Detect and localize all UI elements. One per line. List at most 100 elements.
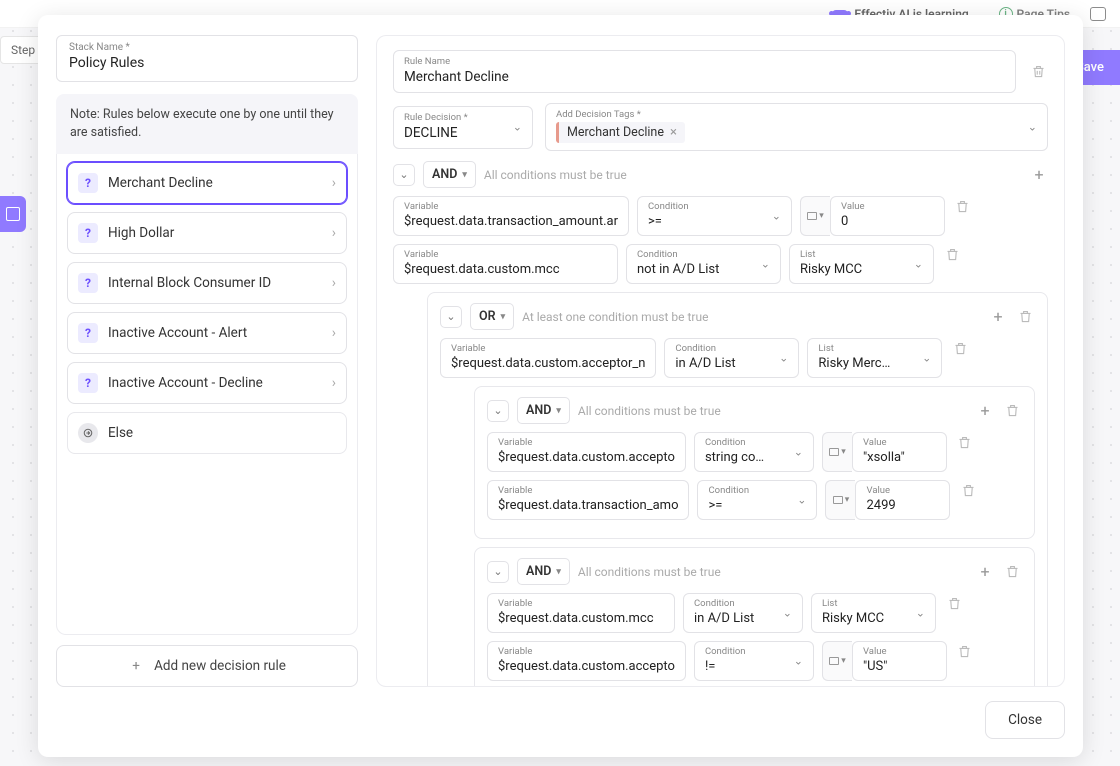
plus-icon: +: [128, 658, 144, 674]
add-condition-button[interactable]: +: [989, 308, 1007, 326]
variable-field[interactable]: Variable $request.data.transaction_amo: [487, 480, 689, 520]
rule-label: Inactive Account - Alert: [108, 325, 322, 341]
stack-name-field[interactable]: Stack Name Policy Rules: [56, 35, 358, 82]
condition-group-and-nested: ⌄ AND▾ All conditions must be true + Var…: [474, 386, 1035, 539]
decision-tag-chip: Merchant Decline ×: [556, 122, 685, 143]
condition-hint: All conditions must be true: [578, 565, 721, 579]
rule-item-merchant-decline[interactable]: ? Merchant Decline ›: [67, 162, 347, 204]
rules-list: ? Merchant Decline › ? High Dollar › ? I…: [56, 154, 358, 635]
chevron-right-icon: ›: [332, 275, 336, 291]
condition-hint: All conditions must be true: [578, 404, 721, 418]
boolean-operator-select[interactable]: OR▾: [470, 303, 514, 330]
stack-name-value: Policy Rules: [69, 55, 345, 71]
condition-row: Variable $request.data.transaction_amoun…: [393, 196, 1048, 236]
delete-condition-button[interactable]: [955, 641, 975, 661]
decision-tags-field[interactable]: Add Decision Tags Merchant Decline × ⌄: [545, 103, 1048, 151]
variable-field[interactable]: Variable $request.data.transaction_amoun…: [393, 196, 629, 236]
condition-select[interactable]: Condition >= ⌄: [637, 196, 792, 236]
add-condition-button[interactable]: +: [976, 402, 994, 420]
condition-select[interactable]: Condition not in A/D List ⌄: [626, 244, 781, 284]
list-select[interactable]: List Risky Merc… ⌄: [807, 338, 942, 378]
list-select[interactable]: List Risky MCC ⌄: [789, 244, 934, 284]
delete-condition-button[interactable]: [944, 593, 964, 613]
collapse-toggle[interactable]: ⌄: [487, 400, 509, 422]
question-icon: ?: [78, 223, 98, 243]
question-icon: ?: [78, 273, 98, 293]
rule-decision-value: DECLINE: [404, 125, 522, 141]
condition-select[interactable]: Condition in A/D List ⌄: [683, 593, 803, 633]
left-column: Stack Name Policy Rules Note: Rules belo…: [56, 35, 358, 687]
rule-label: High Dollar: [108, 225, 322, 241]
rule-decision-select[interactable]: Rule Decision DECLINE ⌄: [393, 106, 533, 149]
variable-field[interactable]: Variable $request.data.custom.accepto: [487, 641, 686, 681]
rule-item-internal-block[interactable]: ? Internal Block Consumer ID ›: [67, 262, 347, 304]
variable-field[interactable]: Variable $request.data.custom.mcc: [393, 244, 618, 284]
condition-select[interactable]: Condition string co… ⌄: [694, 432, 814, 472]
variable-field[interactable]: Variable $request.data.custom.acceptor_n: [440, 338, 656, 378]
condition-group-and-nested: ⌄ AND▾ All conditions must be true + Var…: [474, 547, 1035, 687]
value-type-toggle[interactable]: ▾: [800, 196, 830, 236]
value-type-toggle[interactable]: ▾: [825, 480, 855, 520]
add-rule-button[interactable]: + Add new decision rule: [56, 645, 358, 687]
boolean-operator-select[interactable]: AND▾: [517, 558, 570, 585]
delete-condition-button[interactable]: [950, 338, 970, 358]
condition-row: Variable $request.data.transaction_amo C…: [487, 480, 1022, 520]
rule-name-field[interactable]: Rule Name Merchant Decline: [393, 50, 1016, 93]
delete-condition-button[interactable]: [953, 196, 973, 216]
condition-row: Variable $request.data.custom.mcc Condit…: [393, 244, 1048, 284]
question-icon: ?: [78, 323, 98, 343]
rule-item-high-dollar[interactable]: ? High Dollar ›: [67, 212, 347, 254]
value-field[interactable]: Value "xsolla": [852, 432, 947, 472]
condition-select[interactable]: Condition >= ⌄: [697, 480, 817, 520]
value-type-toggle[interactable]: ▾: [822, 641, 852, 681]
delete-group-button[interactable]: [1002, 562, 1022, 582]
arrow-right-icon: [78, 423, 98, 443]
chevron-right-icon: ›: [332, 375, 336, 391]
condition-row: Variable $request.data.custom.mcc Condit…: [487, 593, 1022, 633]
list-select[interactable]: List Risky MCC ⌄: [811, 593, 936, 633]
remove-tag-button[interactable]: ×: [670, 125, 677, 140]
condition-select[interactable]: Condition != ⌄: [694, 641, 814, 681]
collapse-toggle[interactable]: ⌄: [440, 306, 462, 328]
value-field[interactable]: Value 2499: [855, 480, 950, 520]
rule-decision-label: Rule Decision: [404, 112, 522, 123]
delete-condition-button[interactable]: [958, 480, 978, 500]
value-type-toggle[interactable]: ▾: [822, 432, 852, 472]
rule-label: Else: [108, 425, 336, 441]
add-rule-label: Add new decision rule: [154, 658, 286, 674]
variable-field[interactable]: Variable $request.data.custom.mcc: [487, 593, 675, 633]
delete-condition-button[interactable]: [955, 432, 975, 452]
delete-group-button[interactable]: [1015, 307, 1035, 327]
boolean-operator-select[interactable]: AND▾: [517, 397, 570, 424]
chevron-right-icon: ›: [332, 225, 336, 241]
condition-row: Variable $request.data.custom.accepto Co…: [487, 641, 1022, 681]
rule-label: Merchant Decline: [108, 175, 322, 191]
value-field[interactable]: Value "US": [852, 641, 947, 681]
condition-row: Variable $request.data.custom.accepto Co…: [487, 432, 1022, 472]
delete-group-button[interactable]: [1002, 401, 1022, 421]
rule-item-inactive-alert[interactable]: ? Inactive Account - Alert ›: [67, 312, 347, 354]
add-condition-button[interactable]: +: [976, 563, 994, 581]
condition-hint: At least one condition must be true: [522, 310, 708, 324]
rule-item-else[interactable]: Else: [67, 412, 347, 454]
rule-detail-panel: Rule Name Merchant Decline Rule Decision…: [376, 35, 1065, 687]
add-condition-button[interactable]: +: [1030, 166, 1048, 184]
rule-label: Internal Block Consumer ID: [108, 275, 322, 291]
delete-condition-button[interactable]: [942, 244, 962, 264]
delete-rule-button[interactable]: [1028, 62, 1048, 82]
condition-select[interactable]: Condition in A/D List ⌄: [664, 338, 799, 378]
rule-item-inactive-decline[interactable]: ? Inactive Account - Decline ›: [67, 362, 347, 404]
condition-group-or: ⌄ OR▾ At least one condition must be tru…: [427, 292, 1048, 687]
collapse-toggle[interactable]: ⌄: [487, 561, 509, 583]
collapse-toggle[interactable]: ⌄: [393, 164, 415, 186]
condition-row: Variable $request.data.custom.acceptor_n…: [440, 338, 1035, 378]
close-button[interactable]: Close: [985, 701, 1065, 739]
condition-hint: All conditions must be true: [484, 168, 627, 182]
boolean-operator-select[interactable]: AND▾: [423, 161, 476, 188]
rules-modal: Stack Name Policy Rules Note: Rules belo…: [38, 15, 1083, 757]
question-icon: ?: [78, 173, 98, 193]
variable-field[interactable]: Variable $request.data.custom.accepto: [487, 432, 686, 472]
rule-name-label: Rule Name: [404, 56, 1005, 67]
rule-label: Inactive Account - Decline: [108, 375, 322, 391]
value-field[interactable]: Value 0: [830, 196, 945, 236]
